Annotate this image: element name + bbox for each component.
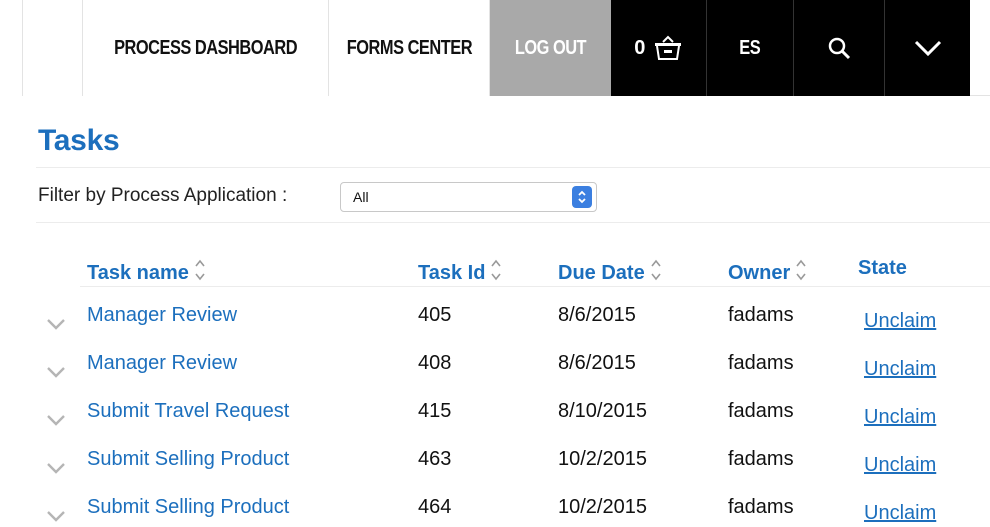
column-header-state: State <box>858 257 907 280</box>
unclaim-link[interactable]: Unclaim <box>864 309 936 333</box>
chevron-down-icon <box>914 39 942 57</box>
task-id: 405 <box>418 304 452 326</box>
nav-forms-center[interactable]: FORMS CENTER <box>329 0 490 96</box>
due-date: 10/2/2015 <box>558 496 647 518</box>
nav-forms-center-label: FORMS CENTER <box>346 36 472 59</box>
table-row: Submit Travel Request 415 8/10/2015 fada… <box>0 399 990 447</box>
task-id: 408 <box>418 352 452 374</box>
task-name-link[interactable]: Manager Review <box>87 303 237 327</box>
owner: fadams <box>728 496 794 518</box>
owner: fadams <box>728 352 794 374</box>
task-name-link[interactable]: Manager Review <box>87 351 237 375</box>
unclaim-link[interactable]: Unclaim <box>864 453 936 477</box>
page-title: Tasks <box>38 124 120 157</box>
due-date: 8/10/2015 <box>558 400 647 422</box>
filter-label: Filter by Process Application : <box>38 185 288 206</box>
task-id: 463 <box>418 448 452 470</box>
column-header-label: Task Id <box>418 261 486 284</box>
column-header-due-date[interactable]: Due Date <box>558 257 662 289</box>
owner: fadams <box>728 304 794 326</box>
cart-count: 0 <box>634 36 645 59</box>
owner: fadams <box>728 448 794 470</box>
expand-chevron-icon[interactable] <box>46 317 66 335</box>
menu-toggle[interactable] <box>885 0 970 96</box>
task-id: 415 <box>418 400 452 422</box>
select-arrows-icon <box>572 186 592 208</box>
owner: fadams <box>728 400 794 422</box>
table-row: Manager Review 408 8/6/2015 fadams Uncla… <box>0 351 990 399</box>
sort-icon <box>650 257 662 289</box>
unclaim-link[interactable]: Unclaim <box>864 501 936 525</box>
nav-process-dashboard[interactable]: PROCESS DASHBOARD <box>83 0 329 96</box>
language-label: ES <box>739 36 761 59</box>
cart-button[interactable]: 0 <box>611 0 707 96</box>
search-icon <box>827 36 851 60</box>
basket-icon <box>653 35 683 61</box>
column-header-label: Task name <box>87 261 189 284</box>
sort-icon <box>490 257 502 289</box>
language-switch[interactable]: ES <box>707 0 794 96</box>
unclaim-link[interactable]: Unclaim <box>864 405 936 429</box>
due-date: 10/2/2015 <box>558 448 647 470</box>
logout-button[interactable]: LOG OUT <box>490 0 611 96</box>
task-name-link[interactable]: Submit Travel Request <box>87 399 289 423</box>
task-name-link[interactable]: Submit Selling Product <box>87 447 289 471</box>
divider <box>80 286 990 287</box>
task-id: 464 <box>418 496 452 518</box>
column-header-label: Due Date <box>558 261 645 284</box>
column-header-owner[interactable]: Owner <box>728 257 807 289</box>
table-row: Submit Selling Product 464 10/2/2015 fad… <box>0 495 990 527</box>
divider <box>36 167 990 168</box>
task-name-link[interactable]: Submit Selling Product <box>87 495 289 519</box>
table-row: Submit Selling Product 463 10/2/2015 fad… <box>0 447 990 495</box>
search-button[interactable] <box>794 0 885 96</box>
due-date: 8/6/2015 <box>558 304 636 326</box>
expand-chevron-icon[interactable] <box>46 365 66 383</box>
due-date: 8/6/2015 <box>558 352 636 374</box>
nav-process-dashboard-label: PROCESS DASHBOARD <box>113 36 297 59</box>
process-application-select[interactable]: All <box>340 182 597 212</box>
expand-chevron-icon[interactable] <box>46 461 66 479</box>
sort-icon <box>194 257 206 289</box>
divider <box>36 222 990 223</box>
column-header-task-id[interactable]: Task Id <box>418 257 502 289</box>
logout-label: LOG OUT <box>514 36 587 59</box>
table-row: Manager Review 405 8/6/2015 fadams Uncla… <box>0 303 990 351</box>
select-value: All <box>353 189 369 205</box>
sort-icon <box>795 257 807 289</box>
expand-chevron-icon[interactable] <box>46 413 66 431</box>
nav-spacer <box>23 0 83 96</box>
column-header-label: Owner <box>728 261 791 284</box>
column-header-label: State <box>858 257 907 279</box>
top-navigation: PROCESS DASHBOARD FORMS CENTER LOG OUT 0… <box>22 0 990 96</box>
expand-chevron-icon[interactable] <box>46 509 66 527</box>
unclaim-link[interactable]: Unclaim <box>864 357 936 381</box>
column-header-task-name[interactable]: Task name <box>87 257 206 289</box>
